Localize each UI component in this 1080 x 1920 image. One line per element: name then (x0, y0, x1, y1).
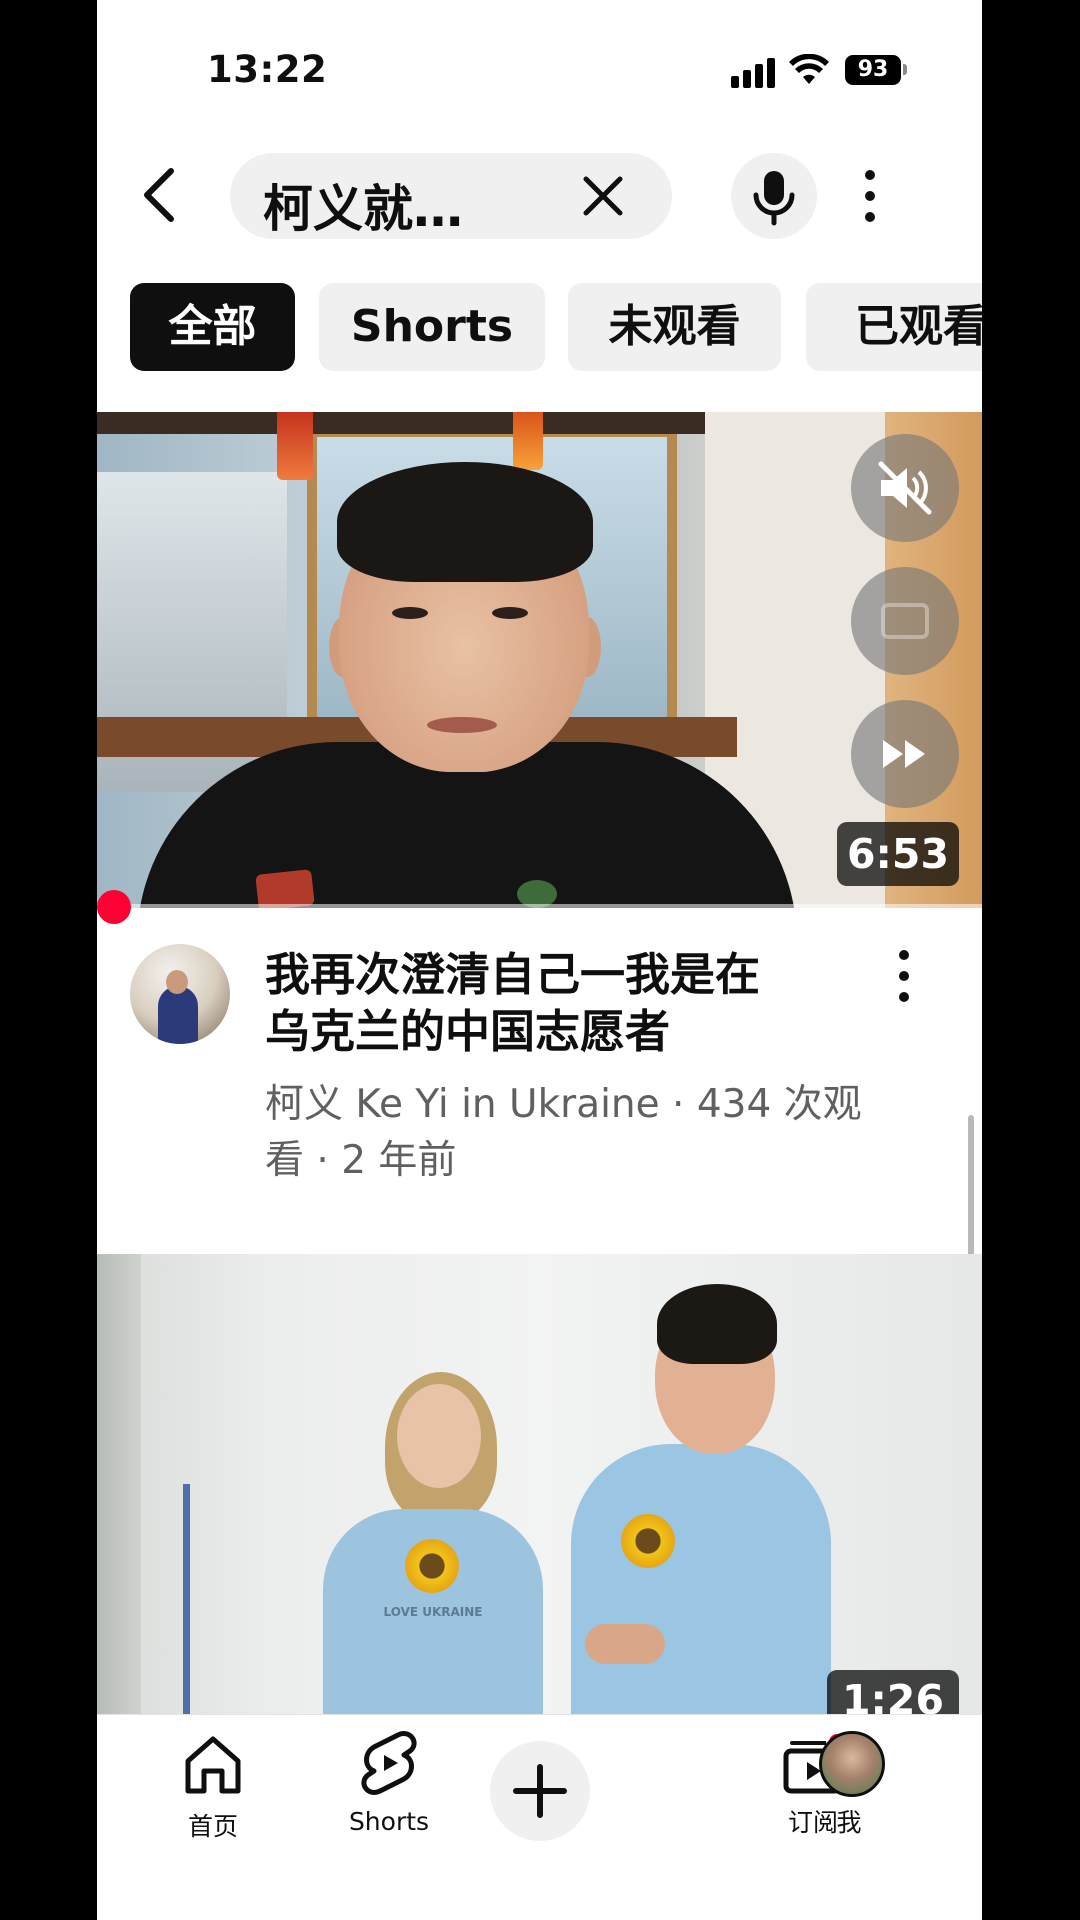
man-hands (585, 1624, 665, 1664)
plus-icon (513, 1764, 567, 1818)
cellular-signal-icon (731, 58, 775, 88)
video-duration: 6:53 (837, 822, 959, 886)
back-arrow-icon[interactable] (137, 165, 187, 225)
nav-shorts-label: Shorts (348, 1807, 430, 1836)
video-progress-bar[interactable] (97, 904, 982, 910)
person-eye (392, 607, 428, 619)
battery-tip (903, 64, 907, 75)
video-metadata: 柯义 Ke Yi in Ukraine · 434 次观看 · 2 年前 (265, 1082, 862, 1183)
captions-icon (881, 603, 929, 639)
avatar-figure (158, 986, 198, 1044)
person-mouth (427, 717, 497, 733)
person-hair (337, 462, 593, 582)
chip-watched[interactable]: 已观看 (806, 283, 982, 371)
fast-forward-button[interactable] (851, 700, 959, 808)
nav-home[interactable]: 首页 (143, 1729, 283, 1843)
chip-unwatched[interactable]: 未观看 (568, 283, 781, 371)
search-input[interactable]: 柯义就… (230, 153, 672, 239)
more-options-icon[interactable] (863, 170, 877, 222)
nav-you-label: 我 (836, 1808, 862, 1837)
mute-icon (878, 461, 932, 515)
chip-shorts[interactable]: Shorts (319, 283, 545, 371)
mop-handle (183, 1484, 190, 1714)
left-letterbox (0, 0, 97, 1920)
nav-you[interactable]: 我 (779, 1729, 919, 1839)
shorts-icon (361, 1731, 417, 1795)
phone-screen: 13:22 93 柯义就… 全部 Shorts 未观看 已观看 6:53 我再次… (97, 0, 982, 1920)
battery-indicator: 93 (845, 55, 901, 85)
create-button[interactable] (490, 1741, 590, 1841)
filter-chips: 全部 Shorts 未观看 已观看 (97, 283, 982, 371)
ceiling (97, 412, 717, 434)
video-more-options-icon[interactable] (897, 950, 911, 1002)
channel-avatar[interactable] (130, 944, 230, 1044)
door (97, 1254, 141, 1714)
sunflower-print (621, 1514, 675, 1568)
mute-button[interactable] (851, 434, 959, 542)
captions-button[interactable] (851, 567, 959, 675)
search-query-text: 柯义就… (263, 180, 463, 238)
sunflower-print (405, 1539, 459, 1593)
status-bar: 13:22 93 (97, 0, 982, 130)
avatar-icon (819, 1731, 885, 1797)
lamp (277, 412, 313, 480)
person-eye (492, 607, 528, 619)
avatar-icon-wrap (814, 1729, 885, 1799)
woman-shirt: LOVE UKRAINE (323, 1509, 543, 1714)
fast-forward-icon (883, 740, 925, 768)
voice-search-button[interactable] (731, 153, 817, 239)
video-thumbnail[interactable]: 6:53 (97, 412, 982, 908)
woman-face (397, 1384, 481, 1488)
progress-scrubber[interactable] (97, 890, 131, 924)
nav-shorts[interactable]: Shorts (319, 1729, 459, 1836)
nav-home-label: 首页 (187, 1812, 238, 1841)
right-letterbox (982, 0, 1080, 1920)
shirt-print-text: LOVE UKRAINE (383, 1605, 483, 1619)
man-hair (657, 1284, 777, 1364)
avatar-figure-head (166, 970, 188, 994)
video-thumbnail-2[interactable]: LOVE UKRAINE 1:26 (97, 1254, 982, 1714)
clear-search-icon[interactable] (580, 173, 626, 219)
wifi-icon (789, 54, 829, 84)
microphone-icon (753, 171, 795, 226)
chip-all[interactable]: 全部 (130, 283, 295, 371)
status-time: 13:22 (207, 48, 328, 91)
home-icon (185, 1736, 241, 1794)
video-duration-2: 1:26 (827, 1670, 959, 1714)
shirt-badge (255, 869, 315, 908)
man-shirt (571, 1444, 831, 1714)
video-title[interactable]: 我再次澄清自己一我是在乌克兰的中国志愿者 (265, 946, 785, 1060)
lamp (513, 412, 543, 470)
bottom-navigation: 首页 Shorts 订阅 我 (97, 1714, 982, 1920)
